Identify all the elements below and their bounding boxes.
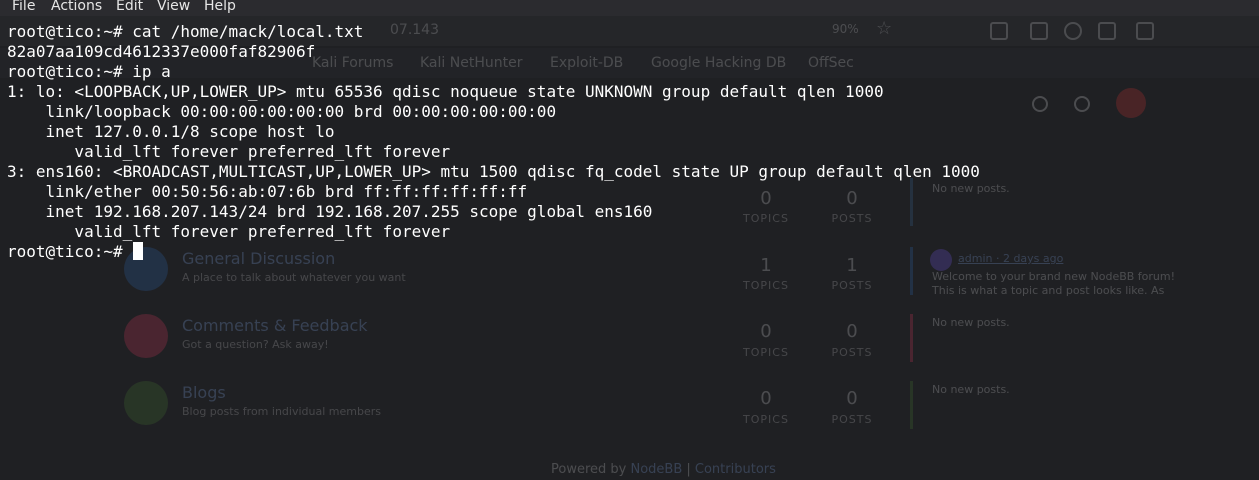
- category-title: Blogs: [182, 383, 226, 402]
- menu-actions[interactable]: Actions: [51, 0, 102, 14]
- terminal-line: valid_lft forever preferred_lft forever: [7, 222, 451, 241]
- terminal-line: inet 192.168.207.143/24 brd 192.168.207.…: [7, 202, 653, 221]
- terminal-prompt-line[interactable]: root@tico:~#: [7, 242, 980, 262]
- terminal-line: 1: lo: <LOOPBACK,UP,LOWER_UP> mtu 65536 …: [7, 82, 884, 101]
- terminal-line: 3: ens160: <BROADCAST,MULTICAST,UP,LOWER…: [7, 162, 980, 181]
- footer-separator: |: [682, 462, 695, 477]
- terminal-line: link/loopback 00:00:00:00:00:00 brd 00:0…: [7, 102, 557, 121]
- menu-help[interactable]: Help: [204, 0, 236, 14]
- topics-label: TOPICS: [743, 346, 789, 359]
- category-title: Comments & Feedback: [182, 316, 368, 335]
- last-post-empty: No new posts.: [932, 316, 1010, 329]
- terminal-line: inet 127.0.0.1/8 scope host lo: [7, 122, 335, 141]
- extension-icon: [1098, 22, 1116, 40]
- account-icon: [1064, 22, 1082, 40]
- text-cursor: [133, 242, 144, 260]
- category-description: A place to talk about whatever you want: [182, 271, 406, 284]
- topics-label: TOPICS: [743, 279, 789, 292]
- last-post-empty: No new posts.: [932, 383, 1010, 396]
- bell-icon: [1032, 96, 1048, 112]
- addon-icon: [1136, 22, 1154, 40]
- page-footer: Powered by NodeBB | Contributors: [551, 462, 776, 477]
- posts-label: POSTS: [831, 346, 873, 359]
- terminal-line: root@tico:~# cat /home/mack/local.txt: [7, 22, 364, 41]
- menu-edit[interactable]: Edit: [116, 0, 143, 14]
- category-color-bar: [910, 381, 913, 429]
- terminal-prompt: root@tico:~#: [7, 242, 133, 261]
- posts-count: 0: [846, 321, 858, 342]
- pocket-icon: [1030, 22, 1048, 40]
- post-excerpt: This is what a topic and post looks like…: [932, 284, 1165, 297]
- terminal-line: root@tico:~# ip a: [7, 62, 171, 81]
- shield-icon: [990, 22, 1008, 40]
- topics-count: 0: [760, 388, 772, 409]
- posts-label: POSTS: [831, 279, 873, 292]
- menu-view[interactable]: View: [157, 0, 190, 14]
- topics-count: 0: [760, 321, 772, 342]
- posts-count: 0: [846, 388, 858, 409]
- terminal-menubar: File Actions Edit View Help: [0, 0, 1259, 16]
- terminal-output[interactable]: root@tico:~# cat /home/mack/local.txt 82…: [7, 22, 980, 262]
- category-description: Blog posts from individual members: [182, 405, 381, 418]
- terminal-line: link/ether 00:50:56:ab:07:6b brd ff:ff:f…: [7, 182, 528, 201]
- nodebb-link: NodeBB: [630, 462, 683, 477]
- category-icon: [124, 381, 168, 425]
- category-description: Got a question? Ask away!: [182, 338, 329, 351]
- contributors-link: Contributors: [694, 462, 776, 477]
- terminal-line: valid_lft forever preferred_lft forever: [7, 142, 451, 161]
- terminal-line: 82a07aa109cd4612337e000faf82906f: [7, 42, 316, 61]
- footer-text: Powered by: [551, 462, 631, 477]
- user-avatar: [1116, 88, 1146, 118]
- category-icon: [124, 314, 168, 358]
- category-color-bar: [910, 314, 913, 362]
- chat-icon: [1074, 96, 1090, 112]
- topics-label: TOPICS: [743, 413, 789, 426]
- menu-file[interactable]: File: [12, 0, 35, 14]
- post-excerpt: Welcome to your brand new NodeBB forum!: [932, 270, 1176, 283]
- posts-label: POSTS: [831, 413, 873, 426]
